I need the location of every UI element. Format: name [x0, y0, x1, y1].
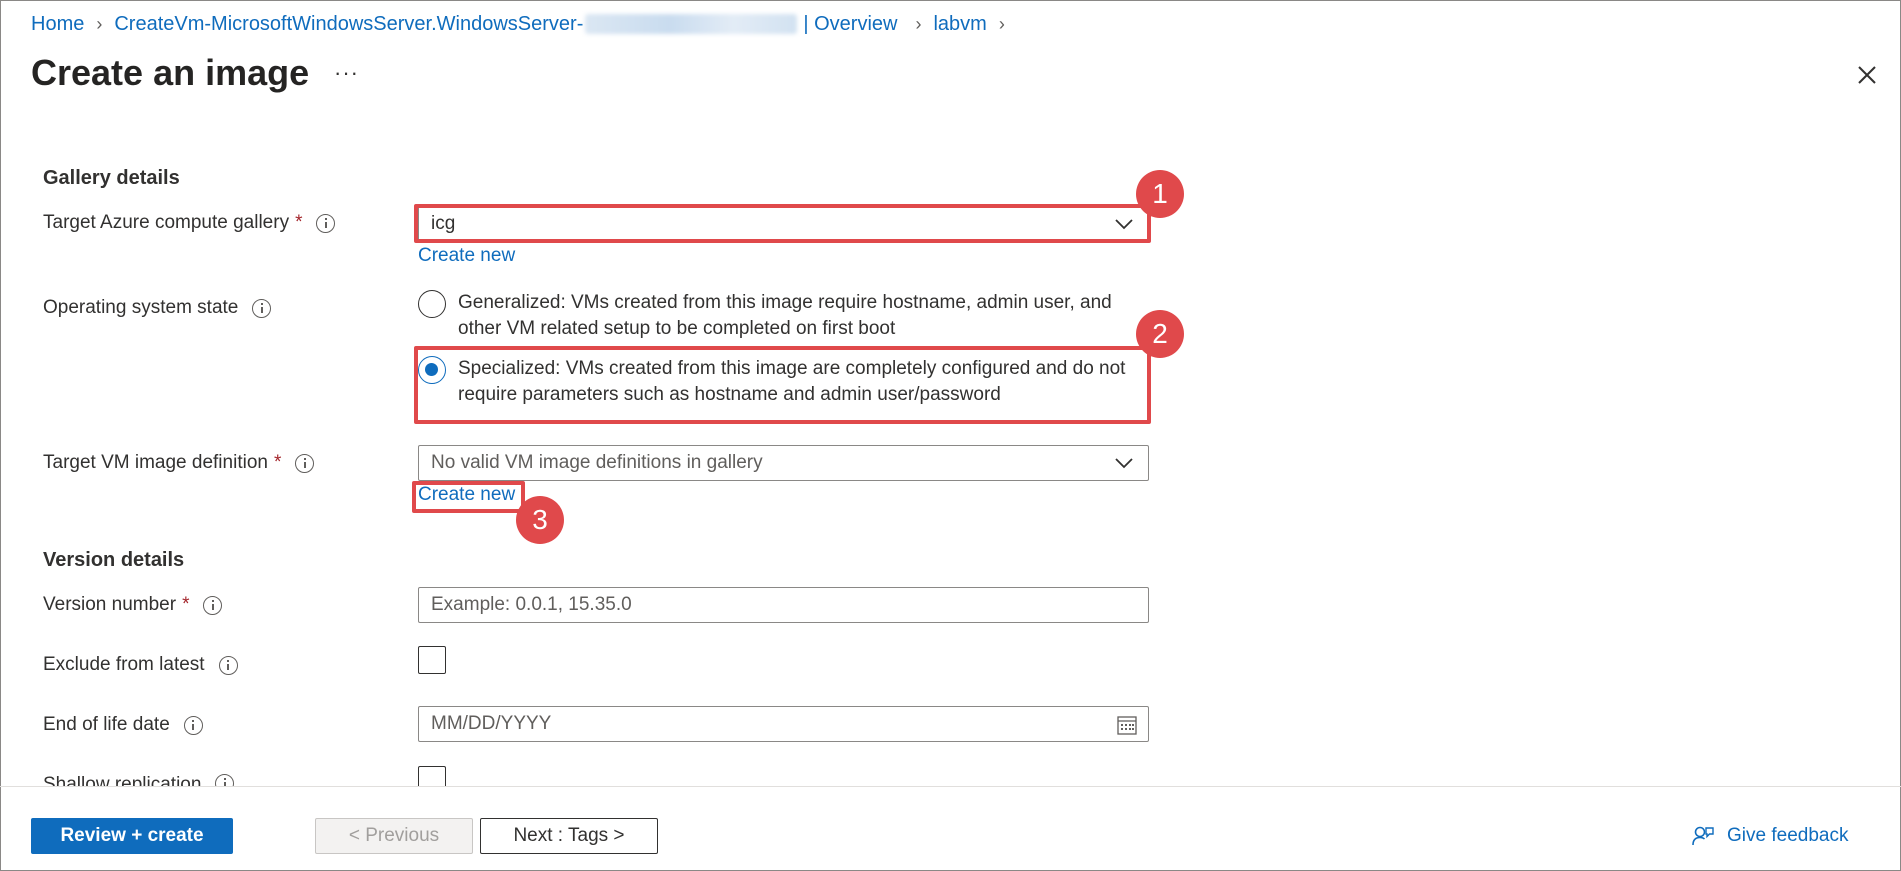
annotation-badge-1: 1: [1136, 170, 1184, 218]
generalized-option[interactable]: Generalized: VMs created from this image…: [418, 290, 1148, 342]
redacted-text: [585, 14, 798, 34]
annotation-badge-3: 3: [516, 496, 564, 544]
previous-button[interactable]: < Previous: [315, 818, 473, 854]
breadcrumb-overview[interactable]: | Overview: [803, 13, 897, 36]
target-gallery-dropdown[interactable]: icg: [418, 206, 1149, 242]
info-icon[interactable]: [183, 715, 203, 735]
specialized-radio[interactable]: [418, 356, 446, 384]
gallery-details-heading: Gallery details: [43, 167, 180, 189]
version-number-label: Version number *: [43, 594, 223, 616]
chevron-right-icon: ›: [915, 13, 922, 34]
image-def-label: Target VM image definition *: [43, 452, 315, 474]
chevron-down-icon: [1115, 458, 1133, 469]
exclude-latest-checkbox[interactable]: [418, 646, 446, 674]
required-marker: *: [182, 594, 190, 615]
page-title: Create an image: [31, 52, 310, 93]
specialized-option[interactable]: Specialized: VMs created from this image…: [418, 356, 1148, 408]
create-new-image-def-link[interactable]: Create new: [418, 484, 515, 506]
generalized-option-text: Generalized: VMs created from this image…: [458, 292, 1112, 339]
generalized-radio[interactable]: [418, 290, 446, 318]
shallow-replication-checkbox[interactable]: [418, 766, 446, 786]
info-icon[interactable]: [215, 774, 235, 786]
more-options-icon[interactable]: ···: [334, 60, 359, 86]
feedback-icon: [1692, 826, 1714, 846]
breadcrumb-vm[interactable]: labvm: [933, 13, 986, 36]
os-state-label: Operating system state: [43, 297, 272, 319]
eol-date-input[interactable]: MM/DD/YYYY: [418, 706, 1149, 742]
info-icon[interactable]: [316, 213, 336, 233]
calendar-icon[interactable]: [1116, 714, 1138, 736]
breadcrumb-home[interactable]: Home: [31, 13, 84, 36]
create-new-gallery-link[interactable]: Create new: [418, 245, 515, 267]
required-marker: *: [273, 452, 282, 473]
chevron-right-icon: ›: [96, 13, 103, 34]
shallow-replication-label: Shallow replication: [43, 774, 235, 786]
version-number-input[interactable]: Example: 0.0.1, 15.35.0: [418, 587, 1149, 623]
info-icon[interactable]: [218, 655, 238, 675]
review-create-button[interactable]: Review + create: [31, 818, 233, 854]
eol-date-label: End of life date: [43, 714, 203, 736]
footer-divider: [0, 786, 1901, 787]
give-feedback-link[interactable]: Give feedback: [1691, 824, 1848, 848]
info-icon[interactable]: [252, 298, 272, 318]
breadcrumb-resource[interactable]: CreateVm-MicrosoftWindowsServer.WindowsS…: [114, 13, 583, 36]
chevron-right-icon: ›: [998, 13, 1005, 34]
breadcrumb: Home › CreateVm-MicrosoftWindowsServer.W…: [31, 11, 1017, 37]
chevron-down-icon: [1115, 219, 1133, 230]
info-icon[interactable]: [203, 595, 223, 615]
version-details-heading: Version details: [43, 549, 185, 571]
next-tags-button[interactable]: Next : Tags >: [480, 818, 658, 854]
close-icon[interactable]: [1852, 60, 1882, 90]
required-marker: *: [295, 212, 303, 233]
target-gallery-label: Target Azure compute gallery *: [43, 212, 336, 234]
specialized-option-text: Specialized: VMs created from this image…: [458, 358, 1126, 405]
exclude-latest-label: Exclude from latest: [43, 654, 238, 676]
image-def-dropdown[interactable]: No valid VM image definitions in gallery: [418, 445, 1149, 481]
annotation-badge-2: 2: [1136, 310, 1184, 358]
info-icon[interactable]: [295, 453, 315, 473]
